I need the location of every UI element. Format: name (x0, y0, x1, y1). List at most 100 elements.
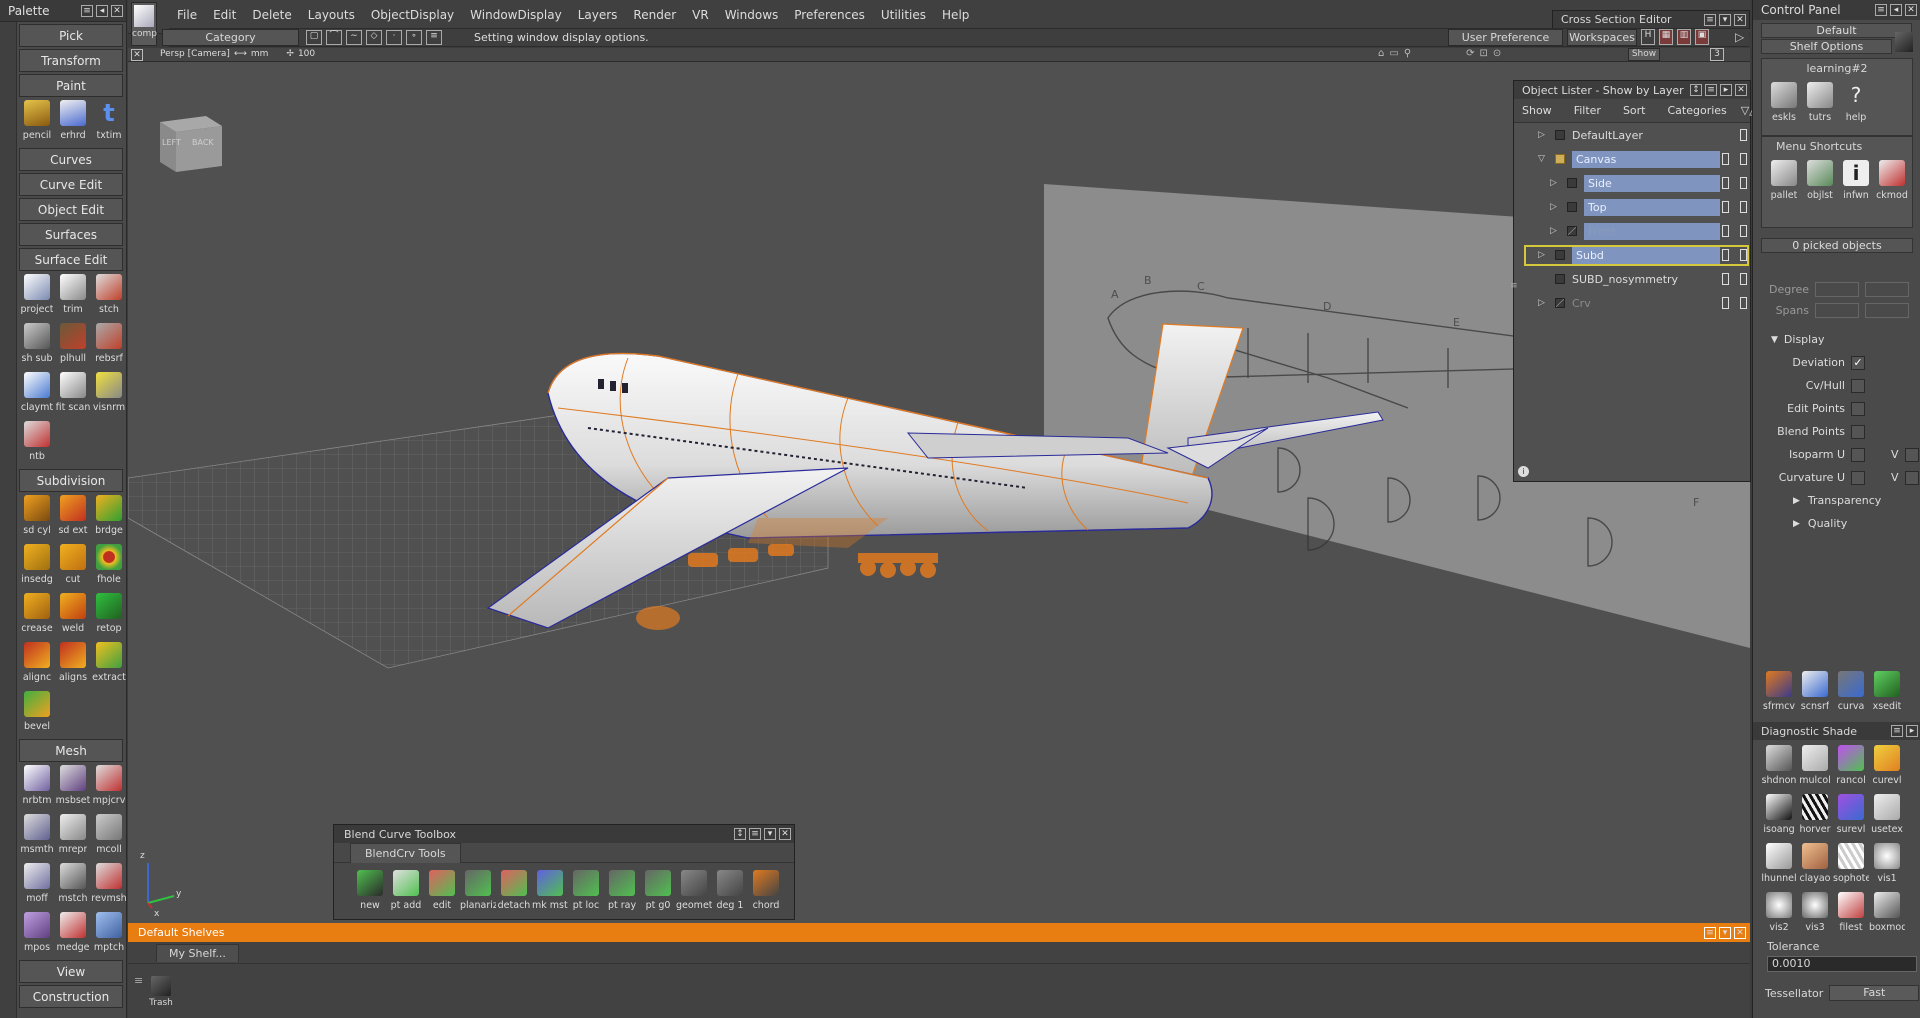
tool-pencil[interactable]: pencil (19, 97, 55, 146)
tool-medge[interactable]: medge (55, 909, 91, 958)
play-icon[interactable]: ▸ (1720, 84, 1732, 96)
pick-curve-icon[interactable]: ∼ (346, 30, 362, 45)
blend-tool-detach[interactable]: detach (496, 867, 532, 916)
lock-toggle[interactable] (1740, 297, 1747, 309)
section-pick[interactable]: Pick (19, 24, 123, 47)
blend-tool-planariz[interactable]: planariz (460, 867, 496, 916)
tool-nrbtm[interactable]: nrbtm (19, 762, 55, 811)
tool-msmth[interactable]: msmth (19, 811, 55, 860)
tool-mptch[interactable]: mptch (91, 909, 126, 958)
playback-toggle[interactable] (1722, 249, 1729, 261)
layer-color-swatch[interactable] (1555, 250, 1565, 260)
close-icon[interactable]: ✕ (779, 828, 791, 840)
diag-lhunnel[interactable]: lhunnel (1761, 840, 1797, 889)
resize-handle[interactable]: ≡ (1510, 281, 1518, 291)
lock-toggle[interactable] (1740, 201, 1747, 213)
section-surface-edit[interactable]: Surface Edit (19, 248, 123, 271)
diag-isoang[interactable]: isoang (1761, 791, 1797, 840)
tool-retop[interactable]: retop (91, 590, 126, 639)
info-icon[interactable]: i (1518, 466, 1529, 477)
display-toggle[interactable]: ▼ Display (1753, 328, 1920, 351)
tool-mpos[interactable]: mpos (19, 909, 55, 958)
tool-trim[interactable]: trim (55, 271, 91, 320)
section-mesh[interactable]: Mesh (19, 739, 123, 762)
tool-crease[interactable]: crease (19, 590, 55, 639)
tool-msbset[interactable]: msbset (55, 762, 91, 811)
diag-rancol[interactable]: rancol (1833, 742, 1869, 791)
layer-row-subd[interactable]: ▷ Subd (1522, 243, 1750, 267)
tool-sd-ext[interactable]: sd ext (55, 492, 91, 541)
expand-triangle-icon[interactable]: ▷ (1550, 202, 1557, 212)
arrow-right-icon[interactable]: ▷ (1735, 30, 1744, 44)
tool-scnsrf[interactable]: scnsrf (1797, 668, 1833, 717)
tool-mrepr[interactable]: mrepr (55, 811, 91, 860)
section-subdivision[interactable]: Subdivision (19, 469, 123, 492)
tool-fit-scan[interactable]: fit scan (55, 369, 91, 418)
section-transform[interactable]: Transform (19, 49, 123, 72)
section-paint[interactable]: Paint (19, 74, 123, 97)
palette-scroll-strip[interactable] (0, 22, 17, 1018)
layer-hidden-swatch[interactable] (1567, 226, 1577, 236)
user-preference-sets-button[interactable]: User Preference Sets (1448, 29, 1563, 59)
collapse-icon[interactable]: ◂ (96, 4, 108, 17)
layout-grid-icon[interactable]: ▦ (1659, 29, 1673, 45)
visibility-toggle[interactable] (1722, 201, 1729, 213)
pick-point-icon[interactable]: · (386, 30, 402, 45)
menu-icon[interactable]: ≡ (749, 828, 761, 840)
blend-tool-pt-add[interactable]: pt add (388, 867, 424, 916)
tab-show[interactable]: Show (1522, 104, 1552, 117)
tessellator-dropdown[interactable]: Fast (1829, 985, 1920, 1001)
diag-surevl[interactable]: surevl (1833, 791, 1869, 840)
diag-boxmod[interactable]: boxmod (1869, 889, 1905, 938)
tool-aligns[interactable]: aligns (55, 639, 91, 688)
menu-layers[interactable]: Layers (570, 8, 626, 22)
menu-icon[interactable]: ≡ (1704, 926, 1716, 939)
tab-filter[interactable]: Filter (1574, 104, 1601, 117)
shelf-options-button[interactable]: Shelf Options (1761, 39, 1892, 54)
pick-surface-icon[interactable]: ◇ (366, 30, 382, 45)
expand-triangle-icon[interactable]: ▷ (1550, 178, 1557, 188)
layer-row-front[interactable]: ▷ Front (1522, 219, 1750, 243)
diag-vis1[interactable]: vis1 (1869, 840, 1905, 889)
visibility-toggle[interactable] (1722, 153, 1729, 165)
picked-objects-indicator[interactable]: 0 picked objects (1761, 238, 1913, 253)
tool-fhole[interactable]: fhole (91, 541, 126, 590)
blend-tool-edit[interactable]: edit (424, 867, 460, 916)
diag-horver[interactable]: horver (1797, 791, 1833, 840)
save-workspace-icon[interactable]: H (1641, 29, 1655, 45)
collapse-icon[interactable]: ◂ (1890, 4, 1902, 16)
shelf-item-trash[interactable]: Trash (146, 976, 176, 1008)
window-display-icon[interactable]: ≡ (426, 30, 442, 45)
diag-vis3[interactable]: vis3 (1797, 889, 1833, 938)
layer-color-swatch[interactable] (1555, 130, 1565, 140)
tool-extract[interactable]: extract (91, 639, 126, 688)
tool-mcoll[interactable]: mcoll (91, 811, 126, 860)
layer-row-canvas[interactable]: ▽ Canvas (1522, 147, 1750, 171)
blend-tool-mk-mstr[interactable]: mk mstr (532, 867, 568, 916)
menu-layouts[interactable]: Layouts (300, 8, 363, 22)
section-curves[interactable]: Curves (19, 148, 123, 171)
menu-help[interactable]: Help (934, 8, 977, 22)
shortcut-pallet[interactable]: pallet (1766, 157, 1802, 206)
degree-input-v[interactable] (1865, 282, 1909, 297)
play-icon[interactable]: ▸ (1906, 725, 1918, 737)
learn-help[interactable]: ? help (1838, 79, 1874, 128)
shortcut-objlst[interactable]: objlst (1802, 157, 1838, 206)
layer-color-swatch[interactable] (1567, 202, 1577, 212)
workspaces-button[interactable]: Workspaces (1567, 29, 1637, 46)
blend-tool-geomet[interactable]: geomet (676, 867, 712, 916)
tool-visnrm[interactable]: visnrm (91, 369, 126, 418)
blend-tool-pt-ray[interactable]: pt ray (604, 867, 640, 916)
blend-points-checkbox[interactable] (1851, 424, 1865, 439)
learn-tutrs[interactable]: tutrs (1802, 79, 1838, 128)
lock-toggle[interactable] (1740, 225, 1747, 237)
diag-mulcol[interactable]: mulcol (1797, 742, 1833, 791)
tool-curva[interactable]: curva (1833, 668, 1869, 717)
comp-button[interactable]: comp (131, 2, 157, 46)
tool-brdge[interactable]: brdge (91, 492, 126, 541)
shelf-handle[interactable]: ≡ (134, 974, 143, 987)
tool-xsedit[interactable]: xsedit (1869, 668, 1905, 717)
tool-cut[interactable]: cut (55, 541, 91, 590)
menu-windows[interactable]: Windows (717, 8, 787, 22)
tab-categories[interactable]: Categories (1668, 104, 1727, 117)
